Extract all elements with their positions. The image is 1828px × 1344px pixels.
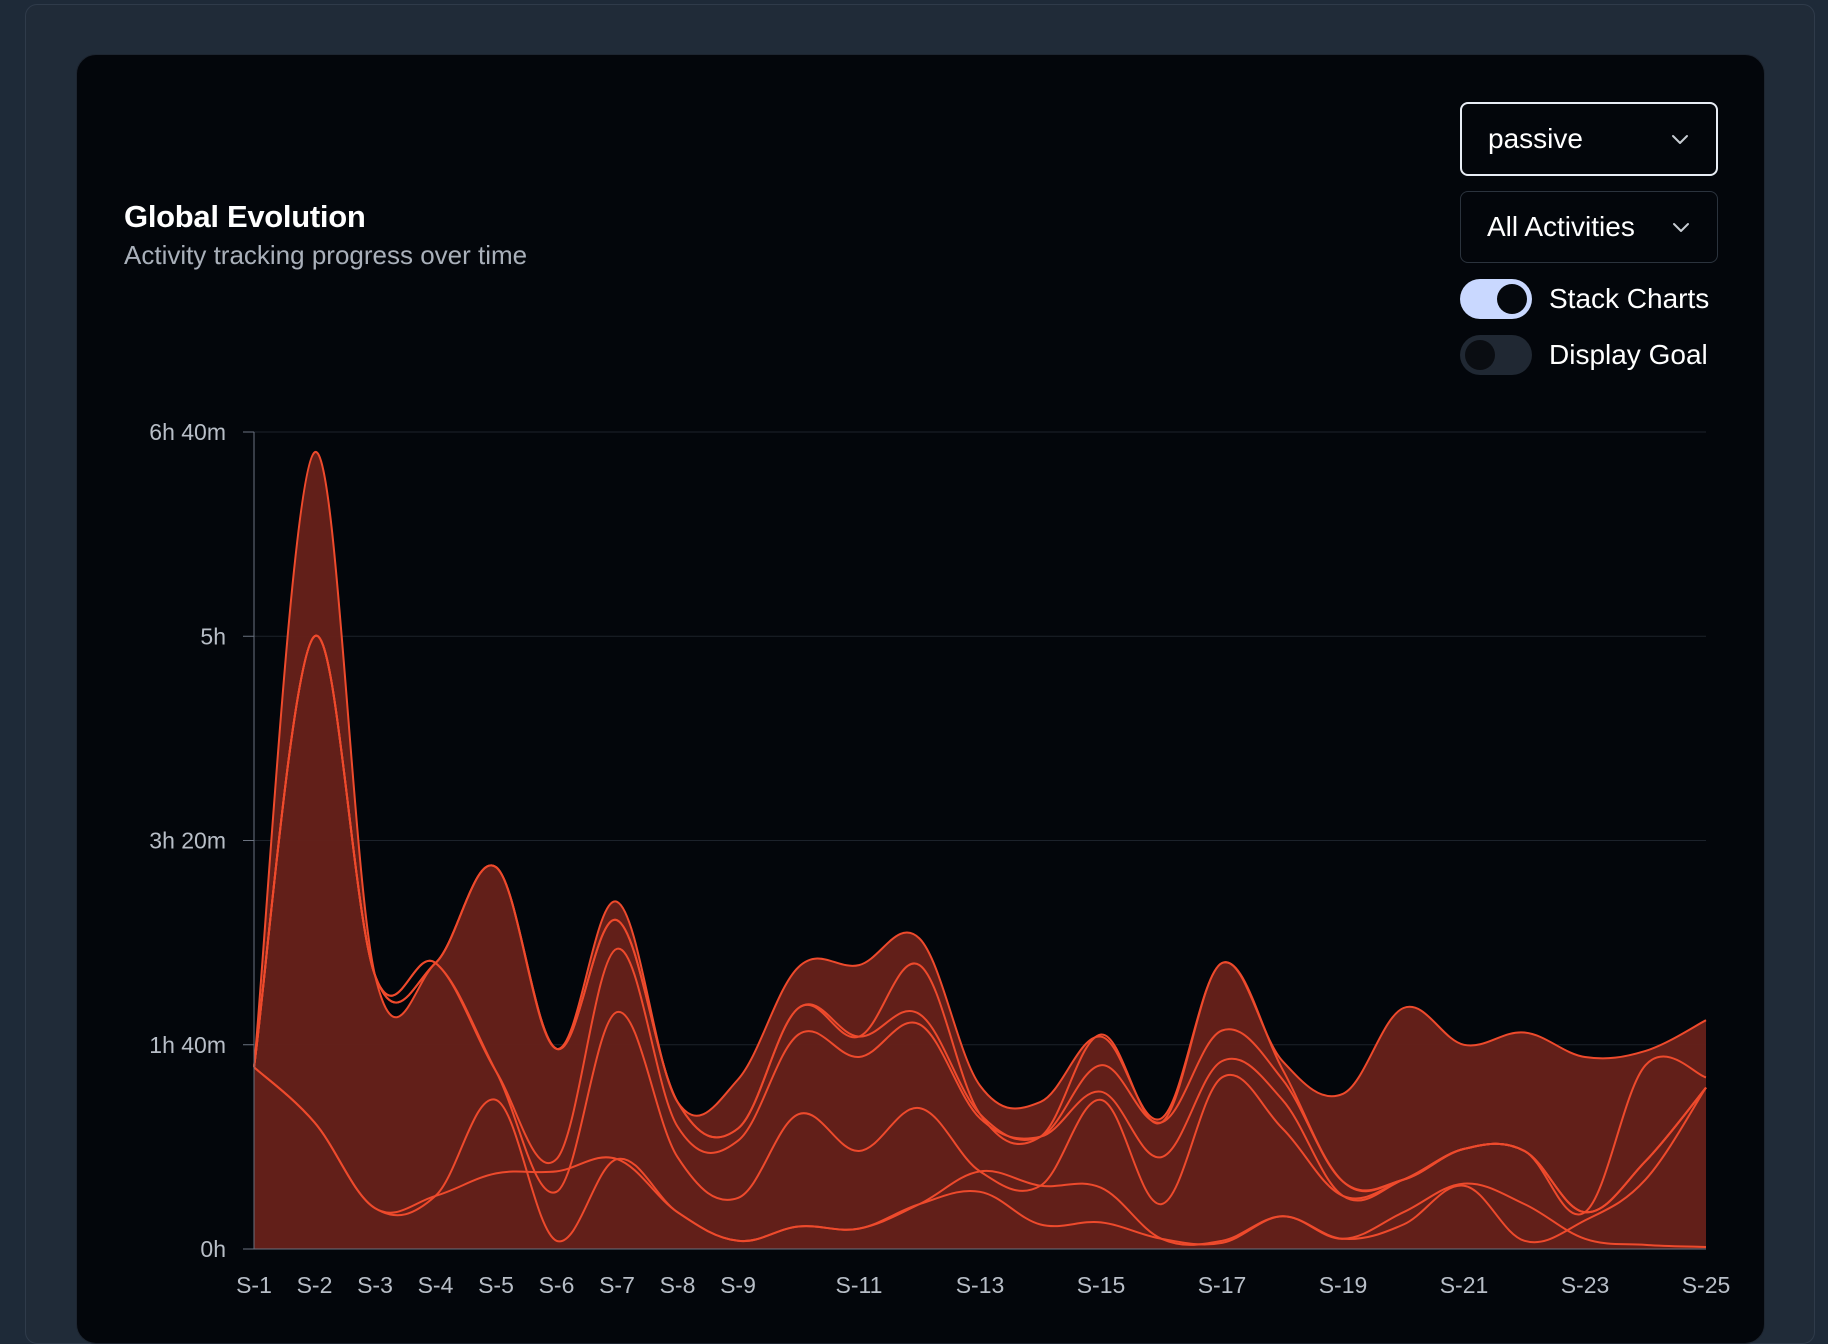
- y-tick-label-0: 0h: [200, 1236, 226, 1262]
- x-tick-label-5: S-6: [539, 1272, 575, 1298]
- evolution-chart: 0h 1h 40m 3h 20m 5h 6h 40m S-1 S-2 S-3 S-4 S-5 S-6…: [149, 419, 1731, 1298]
- stack-area: [254, 451, 1706, 1250]
- y-tick-label-3: 5h: [200, 623, 226, 649]
- x-tick-label-22: S-23: [1561, 1272, 1610, 1298]
- x-tick-label-3: S-4: [418, 1272, 454, 1298]
- x-tick-label-7: S-8: [660, 1272, 696, 1298]
- x-tick-label-2: S-3: [357, 1272, 393, 1298]
- area-layer: [254, 451, 1706, 1250]
- x-tick-label-4: S-5: [478, 1272, 514, 1298]
- x-tick-label-14: S-15: [1077, 1272, 1126, 1298]
- x-tick-label-12: S-13: [956, 1272, 1005, 1298]
- x-tick-label-6: S-7: [599, 1272, 635, 1298]
- x-tick-label-20: S-21: [1440, 1272, 1489, 1298]
- x-tick-label-24: S-25: [1682, 1272, 1731, 1298]
- x-tick-label-16: S-17: [1198, 1272, 1247, 1298]
- y-tick-label-2: 3h 20m: [149, 828, 226, 854]
- x-tick-label-10: S-11: [836, 1272, 883, 1298]
- y-tick-label-1: 1h 40m: [149, 1032, 226, 1058]
- x-tick-label-18: S-19: [1319, 1272, 1368, 1298]
- y-tick-label-4: 6h 40m: [149, 419, 226, 445]
- x-tick-label-0: S-1: [236, 1272, 272, 1298]
- x-tick-label-1: S-2: [297, 1272, 333, 1298]
- x-tick-label-8: S-9: [720, 1272, 756, 1298]
